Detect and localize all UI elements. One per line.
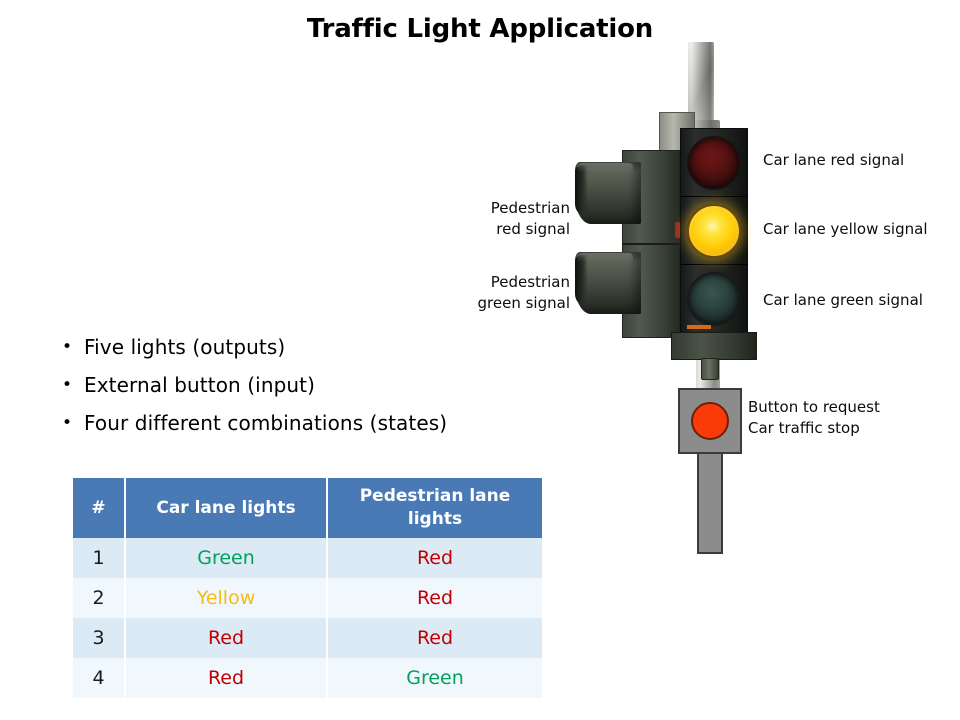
housing-orange-strip bbox=[687, 325, 711, 329]
column-header-pedestrian-lane: Pedestrian lane lights bbox=[327, 478, 542, 538]
table-row: 3 Red Red bbox=[73, 618, 542, 658]
cell-pedestrian-lane: Red bbox=[327, 578, 542, 618]
button-post bbox=[697, 454, 723, 554]
cell-pedestrian-lane: Red bbox=[327, 618, 542, 658]
cell-state-number: 4 bbox=[73, 658, 126, 698]
cell-car-lane: Red bbox=[125, 618, 328, 658]
car-lane-red-lamp-cell bbox=[681, 129, 747, 197]
bullet-text: Five lights (outputs) bbox=[84, 335, 286, 359]
pedestrian-green-lamp-visor-icon bbox=[575, 252, 641, 314]
label-pedestrian-red-signal: Pedestrian red signal bbox=[490, 199, 570, 238]
request-button-box[interactable] bbox=[678, 388, 742, 454]
cell-car-lane: Green bbox=[125, 538, 328, 578]
table-row: 2 Yellow Red bbox=[73, 578, 542, 618]
cell-car-lane: Yellow bbox=[125, 578, 328, 618]
cell-pedestrian-lane: Red bbox=[327, 538, 542, 578]
list-item: • Four different combinations (states) bbox=[62, 410, 582, 436]
table-row: 1 Green Red bbox=[73, 538, 542, 578]
car-lane-lamp-housing bbox=[680, 128, 748, 334]
bullet-list: • Five lights (outputs) • External butto… bbox=[62, 334, 582, 448]
bullet-text: External button (input) bbox=[84, 373, 316, 397]
bullet-dot-icon: • bbox=[62, 375, 73, 395]
table-row: 4 Red Green bbox=[73, 658, 542, 698]
request-button-circle-icon[interactable] bbox=[691, 402, 729, 440]
pedestrian-red-lamp-visor-icon bbox=[575, 162, 641, 224]
cell-state-number: 1 bbox=[73, 538, 126, 578]
cell-state-number: 2 bbox=[73, 578, 126, 618]
car-lane-yellow-lamp-icon bbox=[687, 203, 741, 258]
pedestrian-request-button-post bbox=[678, 388, 742, 554]
column-header-car-lane: Car lane lights bbox=[125, 478, 328, 538]
cell-car-lane: Red bbox=[125, 658, 328, 698]
car-lane-green-lamp-icon bbox=[687, 272, 741, 326]
cell-state-number: 3 bbox=[73, 618, 126, 658]
bullet-dot-icon: • bbox=[62, 413, 73, 433]
pedestrian-signal-seam bbox=[622, 243, 680, 245]
car-lane-green-lamp-cell bbox=[681, 265, 747, 333]
lamp-housing-base bbox=[671, 332, 757, 360]
label-car-lane-green-signal: Car lane green signal bbox=[763, 291, 923, 309]
car-lane-red-lamp-icon bbox=[687, 135, 741, 190]
list-item: • External button (input) bbox=[62, 372, 582, 398]
bullet-dot-icon: • bbox=[62, 337, 73, 357]
list-item: • Five lights (outputs) bbox=[62, 334, 582, 360]
state-combinations-table: # Car lane lights Pedestrian lane lights… bbox=[73, 478, 542, 698]
label-pedestrian-green-signal: Pedestrian green signal bbox=[477, 273, 570, 312]
label-car-lane-yellow-signal: Car lane yellow signal bbox=[763, 220, 928, 238]
bullet-text: Four different combinations (states) bbox=[84, 411, 448, 435]
car-lane-yellow-lamp-cell bbox=[681, 197, 747, 265]
cell-pedestrian-lane: Green bbox=[327, 658, 542, 698]
lamp-housing-mount bbox=[701, 358, 719, 380]
table-header-row: # Car lane lights Pedestrian lane lights bbox=[73, 478, 542, 538]
column-header-number: # bbox=[73, 478, 126, 538]
label-car-lane-red-signal: Car lane red signal bbox=[763, 151, 905, 169]
page-title: Traffic Light Application bbox=[306, 14, 654, 44]
traffic-light-illustration bbox=[575, 40, 775, 560]
label-request-button: Button to request Car traffic stop bbox=[748, 398, 880, 437]
